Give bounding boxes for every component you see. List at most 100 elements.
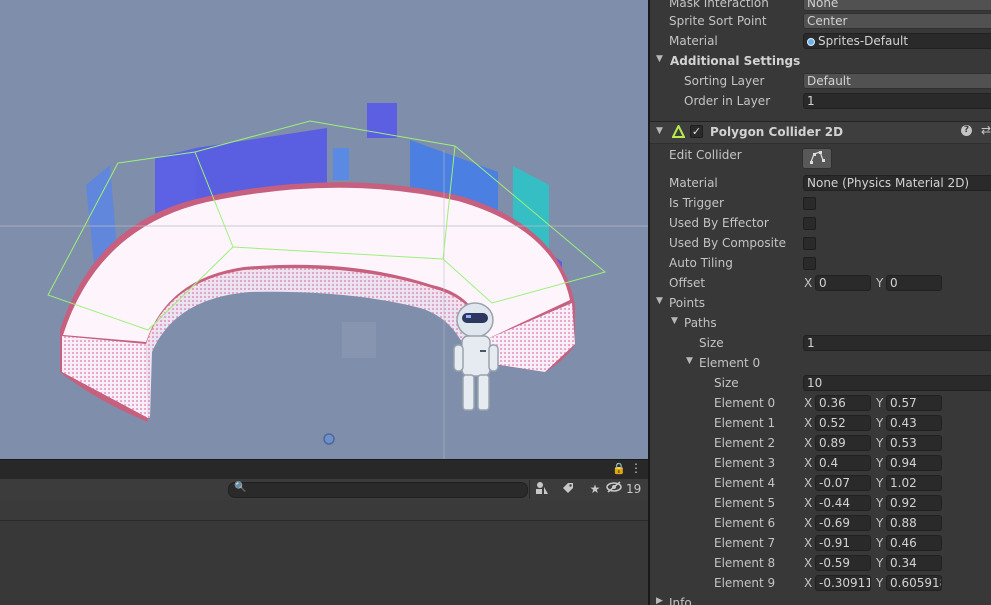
point-label: Element 2 bbox=[714, 436, 776, 450]
edit-collider-button[interactable] bbox=[802, 148, 832, 169]
search-icon: 🔍 bbox=[234, 482, 247, 493]
sorting-layer-dropdown[interactable]: Default bbox=[803, 73, 991, 89]
point-y-field[interactable]: 0.53 bbox=[886, 435, 942, 451]
point-y-field[interactable]: 0.92 bbox=[886, 495, 942, 511]
foldout-arrow-icon[interactable]: ▶ bbox=[656, 596, 663, 605]
auto-tiling-row: Auto Tiling bbox=[650, 254, 991, 274]
preset-icon[interactable]: ⇄ bbox=[981, 123, 991, 137]
point-row: Element 6 X -0.69 Y 0.88 bbox=[650, 514, 991, 534]
point-label: Element 0 bbox=[714, 396, 776, 410]
point-x-field[interactable]: 0.4 bbox=[815, 455, 871, 471]
point-y-field[interactable]: 0.94 bbox=[886, 455, 942, 471]
info-row[interactable]: ▶ Info bbox=[650, 594, 991, 605]
point-y-label: Y bbox=[876, 476, 884, 490]
lock-icon[interactable]: 🔒 bbox=[612, 462, 626, 475]
paths-label: Paths bbox=[684, 316, 717, 330]
is-trigger-checkbox[interactable] bbox=[803, 197, 816, 210]
paths-size-field[interactable]: 1 bbox=[803, 335, 991, 351]
renderer-material-row: Material Sprites-Default bbox=[650, 32, 991, 52]
point-x-field[interactable]: -0.07 bbox=[815, 475, 871, 491]
point-label: Element 3 bbox=[714, 456, 776, 470]
used-by-effector-row: Used By Effector bbox=[650, 214, 991, 234]
point-row: Element 9 X -0.30911 Y 0.605918 bbox=[650, 574, 991, 594]
point-x-field[interactable]: 0.52 bbox=[815, 415, 871, 431]
point-y-field[interactable]: 1.02 bbox=[886, 475, 942, 491]
point-row: Element 0 X 0.36 Y 0.57 bbox=[650, 394, 991, 414]
point-x-field[interactable]: -0.30911 bbox=[815, 575, 871, 591]
point-x-field[interactable]: 0.89 bbox=[815, 435, 871, 451]
foldout-arrow-icon[interactable]: ▼ bbox=[656, 296, 663, 306]
element-size-field[interactable]: 10 bbox=[803, 375, 991, 391]
point-y-field[interactable]: 0.43 bbox=[886, 415, 942, 431]
offset-y-field[interactable]: 0 bbox=[886, 275, 942, 291]
sorting-layer-row: Sorting Layer Default bbox=[650, 72, 991, 92]
point-row: Element 7 X -0.91 Y 0.46 bbox=[650, 534, 991, 554]
element-size-label: Size bbox=[714, 376, 739, 390]
scene-canvas[interactable] bbox=[0, 0, 648, 459]
offset-x-field[interactable]: 0 bbox=[815, 275, 871, 291]
console-panel: 🔒 ⋮ 🔍 ★ 19 bbox=[0, 459, 648, 605]
point-x-label: X bbox=[804, 496, 813, 510]
foldout-arrow-icon[interactable]: ▼ bbox=[656, 54, 663, 64]
point-x-field[interactable]: -0.91 bbox=[815, 535, 871, 551]
additional-settings-label: Additional Settings bbox=[670, 54, 801, 68]
renderer-material-value: Sprites-Default bbox=[818, 34, 909, 48]
sprite-sort-point-dropdown[interactable]: Center bbox=[803, 13, 991, 29]
points-label: Points bbox=[669, 296, 706, 310]
point-x-label: X bbox=[804, 476, 813, 490]
point-x-field[interactable]: 0.36 bbox=[815, 395, 871, 411]
used-by-effector-checkbox[interactable] bbox=[803, 217, 816, 230]
search-input[interactable]: 🔍 bbox=[228, 482, 528, 498]
inspector-panel: Mask Interaction None Sprite Sort Point … bbox=[650, 0, 991, 605]
point-y-field[interactable]: 0.46 bbox=[886, 535, 942, 551]
pivot-handle[interactable] bbox=[323, 433, 335, 445]
polygon-collider-header[interactable]: ▼ ✓ Polygon Collider 2D ? ⇄ bbox=[650, 121, 991, 144]
path-element-row[interactable]: ▼ Element 0 bbox=[650, 354, 991, 374]
point-x-field[interactable]: -0.44 bbox=[815, 495, 871, 511]
point-row: Element 8 X -0.59 Y 0.34 bbox=[650, 554, 991, 574]
point-x-label: X bbox=[804, 416, 813, 430]
point-label: Element 8 bbox=[714, 556, 776, 570]
foldout-arrow-icon[interactable]: ▼ bbox=[656, 126, 663, 136]
ghost-object bbox=[342, 322, 376, 358]
kebab-menu-icon[interactable]: ⋮ bbox=[630, 461, 642, 475]
help-icon[interactable]: ? bbox=[961, 125, 972, 136]
astronaut-sprite[interactable] bbox=[453, 302, 499, 411]
paths-size-label: Size bbox=[699, 336, 724, 350]
point-x-field[interactable]: -0.59 bbox=[815, 555, 871, 571]
material-icon bbox=[807, 38, 815, 46]
foldout-arrow-icon[interactable]: ▼ bbox=[686, 356, 693, 366]
additional-settings-row[interactable]: ▼ Additional Settings bbox=[650, 52, 991, 72]
eye-slash-icon[interactable] bbox=[605, 481, 623, 498]
edit-collider-icon bbox=[810, 151, 825, 164]
auto-tiling-label: Auto Tiling bbox=[669, 256, 733, 270]
foldout-arrow-icon[interactable]: ▼ bbox=[671, 316, 678, 326]
point-y-field[interactable]: 0.88 bbox=[886, 515, 942, 531]
point-y-field[interactable]: 0.34 bbox=[886, 555, 942, 571]
filter-by-label-icon[interactable] bbox=[557, 481, 579, 498]
points-row[interactable]: ▼ Points bbox=[650, 294, 991, 314]
point-row: Element 1 X 0.52 Y 0.43 bbox=[650, 414, 991, 434]
point-row: Element 5 X -0.44 Y 0.92 bbox=[650, 494, 991, 514]
paths-row[interactable]: ▼ Paths bbox=[650, 314, 991, 334]
point-x-field[interactable]: -0.69 bbox=[815, 515, 871, 531]
point-y-field[interactable]: 0.57 bbox=[886, 395, 942, 411]
auto-tiling-checkbox[interactable] bbox=[803, 257, 816, 270]
point-y-label: Y bbox=[876, 496, 884, 510]
filter-by-type-icon[interactable] bbox=[531, 481, 553, 498]
point-y-field[interactable]: 0.605918 bbox=[886, 575, 942, 591]
point-y-label: Y bbox=[876, 576, 884, 590]
scene-view[interactable] bbox=[0, 0, 648, 459]
renderer-material-field[interactable]: Sprites-Default bbox=[803, 33, 991, 49]
component-enabled-checkbox[interactable]: ✓ bbox=[690, 125, 703, 138]
point-row: Element 4 X -0.07 Y 1.02 bbox=[650, 474, 991, 494]
point-row: Element 3 X 0.4 Y 0.94 bbox=[650, 454, 991, 474]
mask-interaction-dropdown[interactable]: None bbox=[803, 0, 991, 11]
collider-material-row: Material None (Physics Material 2D) bbox=[650, 174, 991, 194]
order-in-layer-field[interactable]: 1 bbox=[803, 93, 991, 109]
sprite-sort-point-label: Sprite Sort Point bbox=[669, 14, 767, 28]
collider-material-field[interactable]: None (Physics Material 2D) bbox=[803, 175, 991, 191]
polygon-collider-icon bbox=[671, 123, 686, 141]
star-icon[interactable]: ★ bbox=[584, 481, 606, 498]
used-by-composite-checkbox[interactable] bbox=[803, 237, 816, 250]
